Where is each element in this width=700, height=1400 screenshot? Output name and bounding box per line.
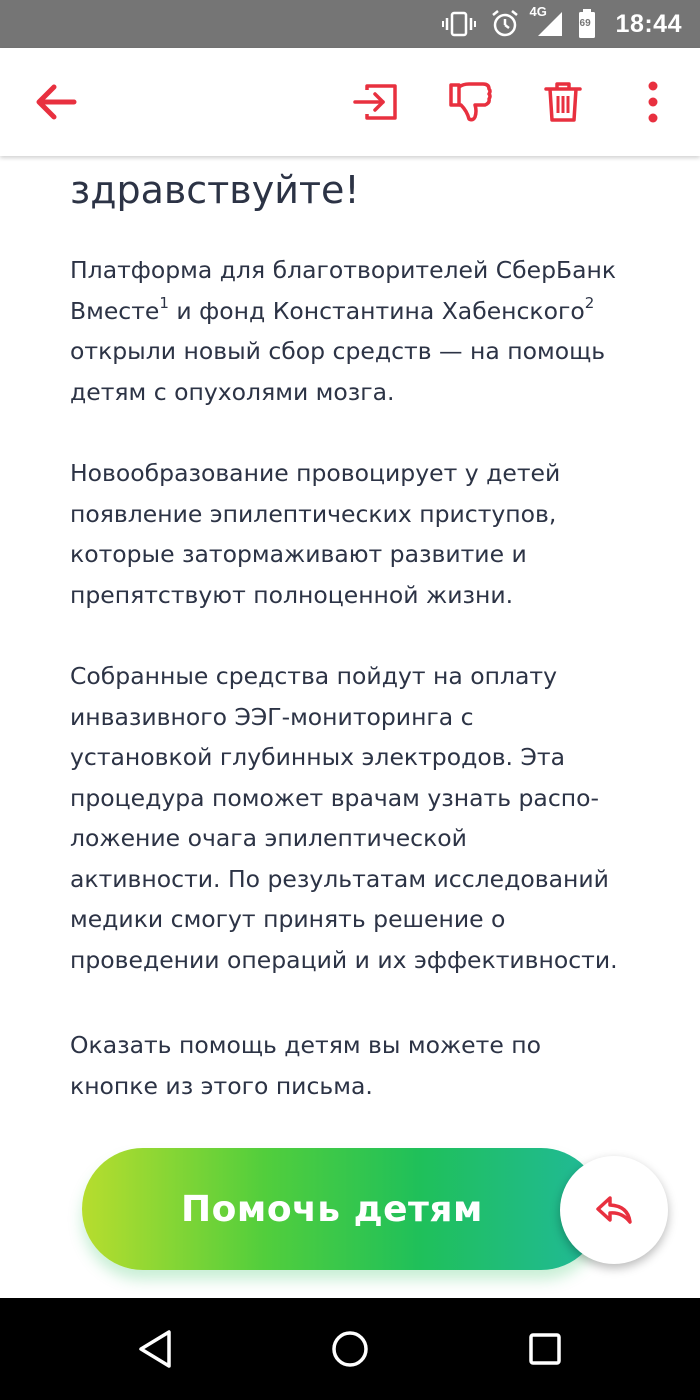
reply-button[interactable]	[560, 1156, 668, 1264]
footnote-ref-1[interactable]: 1	[159, 294, 169, 312]
help-children-button[interactable]: Помочь детям	[82, 1148, 602, 1270]
text-line: появление эпилептических приступов,	[70, 499, 557, 528]
status-time: 18:44	[615, 9, 682, 38]
text-line: Вместе1 и фонд Константина Хабенского2	[70, 291, 640, 332]
link-sberbank-vmeste[interactable]: Вместе	[70, 297, 159, 325]
move-to-folder-button[interactable]	[346, 72, 406, 132]
screen: 4G 69 18:44 здравствуйте! Платформа для …	[0, 0, 700, 1400]
network-type-label: 4G	[529, 4, 547, 19]
text-line: медики смогут принять решение о	[70, 905, 506, 933]
paragraph-3: Собранные средства пойдут на оплату инва…	[70, 656, 640, 980]
text-line: ложение очага эпилептической	[70, 824, 467, 852]
paragraph-1: Платформа для благотворителей СберБанк В…	[70, 250, 640, 412]
signal-icon: 4G	[530, 4, 564, 38]
text-line: проведении операций и их эффективности.	[70, 945, 618, 974]
paragraph-2: Новообразование провоцирует у детей появ…	[70, 453, 640, 615]
alarm-icon	[490, 9, 520, 39]
battery-icon: 69	[578, 9, 596, 39]
text-line: кнопке из этого письма.	[70, 1071, 373, 1100]
text-line: Собранные средства пойдут на оплату	[70, 662, 558, 690]
text-line: открыли новый сбор средств — на помощь	[70, 337, 606, 365]
footnote-ref-2[interactable]: 2	[585, 294, 595, 312]
back-button[interactable]	[26, 72, 86, 132]
text-line: инвазивного ЭЭГ-мониторинга с	[70, 702, 474, 731]
back-arrow-icon	[36, 84, 77, 120]
battery-level: 69	[579, 18, 591, 29]
greeting-text: здравствуйте!	[70, 168, 360, 212]
status-bar: 4G 69 18:44	[0, 0, 700, 48]
move-to-folder-icon	[353, 84, 397, 120]
text-fragment: и фонд Константина Хабенского	[168, 296, 585, 325]
nav-recent-button[interactable]	[520, 1324, 570, 1374]
nav-home-button[interactable]	[325, 1324, 375, 1374]
vibrate-icon	[441, 10, 476, 38]
more-options-button[interactable]	[623, 72, 683, 132]
trash-icon	[544, 82, 582, 122]
system-nav-bar	[0, 1298, 700, 1400]
text-line: которые затормаживают развитие и	[70, 540, 527, 568]
text-line: Платформа для благотворителей СберБанк	[70, 256, 617, 284]
text-line: Оказать помощь детям вы можете по	[70, 1031, 541, 1059]
delete-button[interactable]	[533, 72, 593, 132]
email-body: здравствуйте! Платформа для благотворите…	[0, 156, 700, 1298]
paragraph-4: Оказать помощь детям вы можете по кнопке…	[70, 1025, 640, 1106]
text-line: Новообразование провоцирует у детей	[70, 459, 561, 487]
nav-recent-icon	[529, 1333, 561, 1365]
text-line: процедура поможет врачам узнать распо-	[70, 783, 599, 812]
help-children-button-label: Помочь детям	[181, 1188, 483, 1230]
spam-button[interactable]	[440, 72, 500, 132]
text-line: препятствуют полноценной жизни.	[70, 580, 514, 609]
email-toolbar	[0, 48, 700, 156]
text-line: установкой глубинных электродов. Эта	[70, 743, 565, 771]
more-vert-icon	[648, 81, 658, 123]
nav-home-icon	[332, 1331, 368, 1367]
nav-back-icon	[139, 1330, 171, 1368]
text-line: детям с опухолями мозга.	[70, 377, 395, 406]
text-line: активности. По результатам исследований	[70, 864, 609, 893]
nav-back-button[interactable]	[130, 1324, 180, 1374]
thumbs-down-icon	[449, 82, 492, 122]
reply-icon	[596, 1196, 632, 1224]
